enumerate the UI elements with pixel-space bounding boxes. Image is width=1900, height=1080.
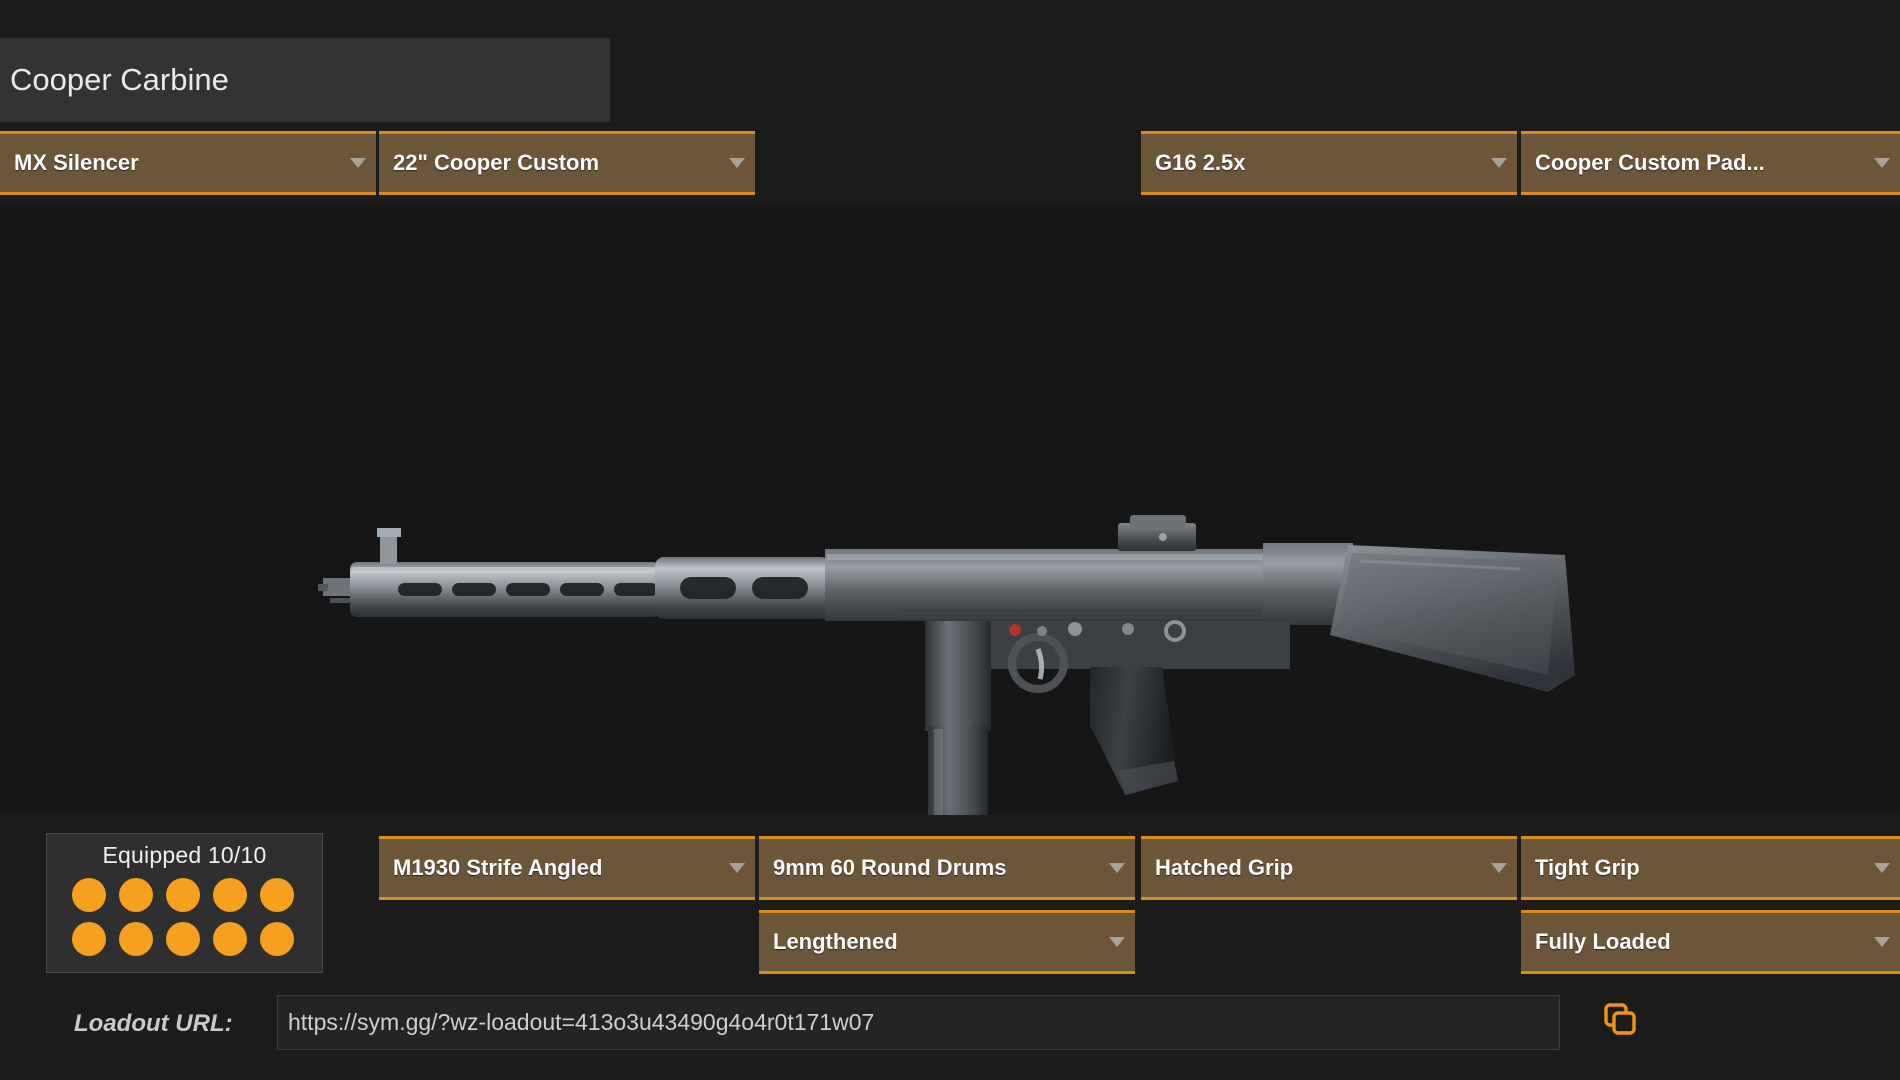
equipped-dot [165,922,200,956]
dropdown-magazine-label: 9mm 60 Round Drums [773,855,1007,880]
dropdown-ammo-type[interactable]: Lengthened [759,910,1135,974]
chevron-down-icon [1105,863,1135,873]
equipped-dot [259,922,294,956]
weapon-preview [0,205,1900,815]
equipped-dot [212,922,247,956]
equipped-count-label: Equipped 10/10 [102,842,267,868]
equipped-dot [71,922,106,956]
equipped-dot [118,922,153,956]
chevron-down-icon [725,158,755,168]
chevron-down-icon [725,863,755,873]
dropdown-perk-1[interactable]: Tight Grip [1521,836,1900,900]
chevron-down-icon [1870,863,1900,873]
copy-icon [1603,1002,1637,1041]
dropdown-perk-2[interactable]: Fully Loaded [1521,910,1900,974]
chevron-down-icon [1105,937,1135,947]
equipped-dot [212,878,247,912]
dropdown-optic[interactable]: G16 2.5x [1141,131,1517,195]
copy-url-button[interactable] [1595,995,1645,1047]
dropdown-underbarrel[interactable]: M1930 Strife Angled [379,836,755,900]
dropdown-ammo-type-label: Lengthened [773,929,898,954]
equipped-dot [118,878,153,912]
chevron-down-icon [1487,863,1517,873]
equipped-dot-grid [71,878,298,960]
dropdown-stock-label: Cooper Custom Pad... [1535,150,1765,175]
dropdown-magazine[interactable]: 9mm 60 Round Drums [759,836,1135,900]
weapon-render-svg [318,515,1575,815]
weapon-name-input[interactable]: Cooper Carbine [0,38,610,122]
dropdown-underbarrel-label: M1930 Strife Angled [393,855,603,880]
chevron-down-icon [1870,158,1900,168]
chevron-down-icon [1487,158,1517,168]
chevron-down-icon [346,158,376,168]
dropdown-perk-2-label: Fully Loaded [1535,929,1671,954]
dropdown-optic-label: G16 2.5x [1155,150,1246,175]
equipped-dot [259,878,294,912]
dropdown-barrel-label: 22" Cooper Custom [393,150,600,175]
equipped-dot [165,878,200,912]
dropdown-stock[interactable]: Cooper Custom Pad... [1521,131,1900,195]
dropdown-muzzle-label: MX Silencer [14,150,139,175]
loadout-url-input[interactable]: https://sym.gg/?wz-loadout=413o3u43490g4… [277,995,1560,1050]
loadout-url-label: Loadout URL: [74,1010,233,1037]
dropdown-rear-grip[interactable]: Hatched Grip [1141,836,1517,900]
chevron-down-icon [1870,937,1900,947]
dropdown-barrel[interactable]: 22" Cooper Custom [379,131,755,195]
dropdown-perk-1-label: Tight Grip [1535,855,1640,880]
equipped-attachments-panel: Equipped 10/10 [46,833,323,973]
equipped-dot [71,878,106,912]
dropdown-rear-grip-label: Hatched Grip [1155,855,1294,880]
dropdown-muzzle[interactable]: MX Silencer [0,131,376,195]
